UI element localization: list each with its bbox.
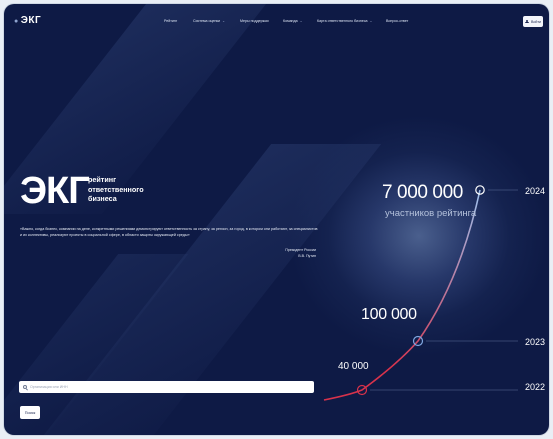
nav-item-support[interactable]: Меры поддержки — [240, 19, 269, 23]
chart-label-2022: 40 000 — [338, 361, 369, 372]
chart-year-2022: 2022 — [525, 382, 546, 392]
chart-label-2024: 7 000 000 — [382, 182, 463, 203]
chart-year-2023: 2023 — [525, 337, 546, 347]
chart-year-2024: 2024 — [525, 186, 546, 196]
nav-item-team[interactable]: Команда ⌄ — [283, 19, 303, 23]
chart-annotation: участников рейтинга — [385, 208, 477, 219]
nav-item-business-map[interactable]: Карта ответственного бизнеса ⌄ — [317, 19, 373, 23]
nav-item-assessment[interactable]: Система оценки ⌄ — [193, 19, 225, 23]
chart-point-2023 — [412, 335, 424, 347]
chart-point-2022 — [356, 384, 368, 396]
nav-label: Меры поддержки — [240, 19, 269, 23]
nav-label: Рейтинг — [164, 19, 178, 23]
chart-point-2024 — [475, 185, 485, 195]
tagline-line: бизнеса — [88, 194, 117, 204]
search-button[interactable]: Поиск — [20, 406, 40, 419]
nav-label: Команда — [283, 19, 298, 23]
site-header: ● ЭКГ Рейтинг Система оценки ⌄ Меры поддер… — [4, 4, 549, 38]
hero-brand: ЭКГ — [20, 170, 90, 212]
nav-label: Карта ответственного бизнеса — [317, 19, 368, 23]
author-name: В.В. Путин — [298, 254, 316, 258]
login-button[interactable]: Войти — [523, 16, 543, 27]
search-field[interactable] — [19, 381, 314, 393]
quote-author: Президент России В.В. Путин — [204, 247, 316, 259]
search-icon — [23, 385, 27, 389]
user-icon — [524, 19, 529, 24]
tagline-line: рейтинг — [88, 175, 117, 184]
main-nav: Рейтинг Система оценки ⌄ Меры поддержки К… — [4, 19, 549, 29]
growth-chart — [323, 185, 518, 401]
nav-item-rating[interactable]: Рейтинг — [164, 19, 177, 23]
page-frame: ● ЭКГ Рейтинг Система оценки ⌄ Меры поддер… — [4, 4, 549, 435]
nav-item-faq[interactable]: Вопрос-ответ — [386, 19, 408, 23]
chevron-down-icon: ⌄ — [369, 19, 373, 23]
nav-label: Система оценки — [193, 19, 221, 23]
chevron-down-icon: ⌄ — [222, 19, 226, 23]
tagline-line: ответственного — [88, 184, 144, 194]
hero-tagline: рейтинг ответственного бизнеса — [88, 175, 144, 204]
hero-quote: «Важно, когда бизнес, компании на деле, … — [20, 227, 318, 237]
login-label: Войти — [530, 19, 542, 24]
chevron-down-icon: ⌄ — [299, 19, 303, 23]
chart-label-2023: 100 000 — [361, 306, 417, 323]
nav-label: Вопрос-ответ — [386, 19, 409, 23]
search-input[interactable] — [30, 385, 290, 389]
